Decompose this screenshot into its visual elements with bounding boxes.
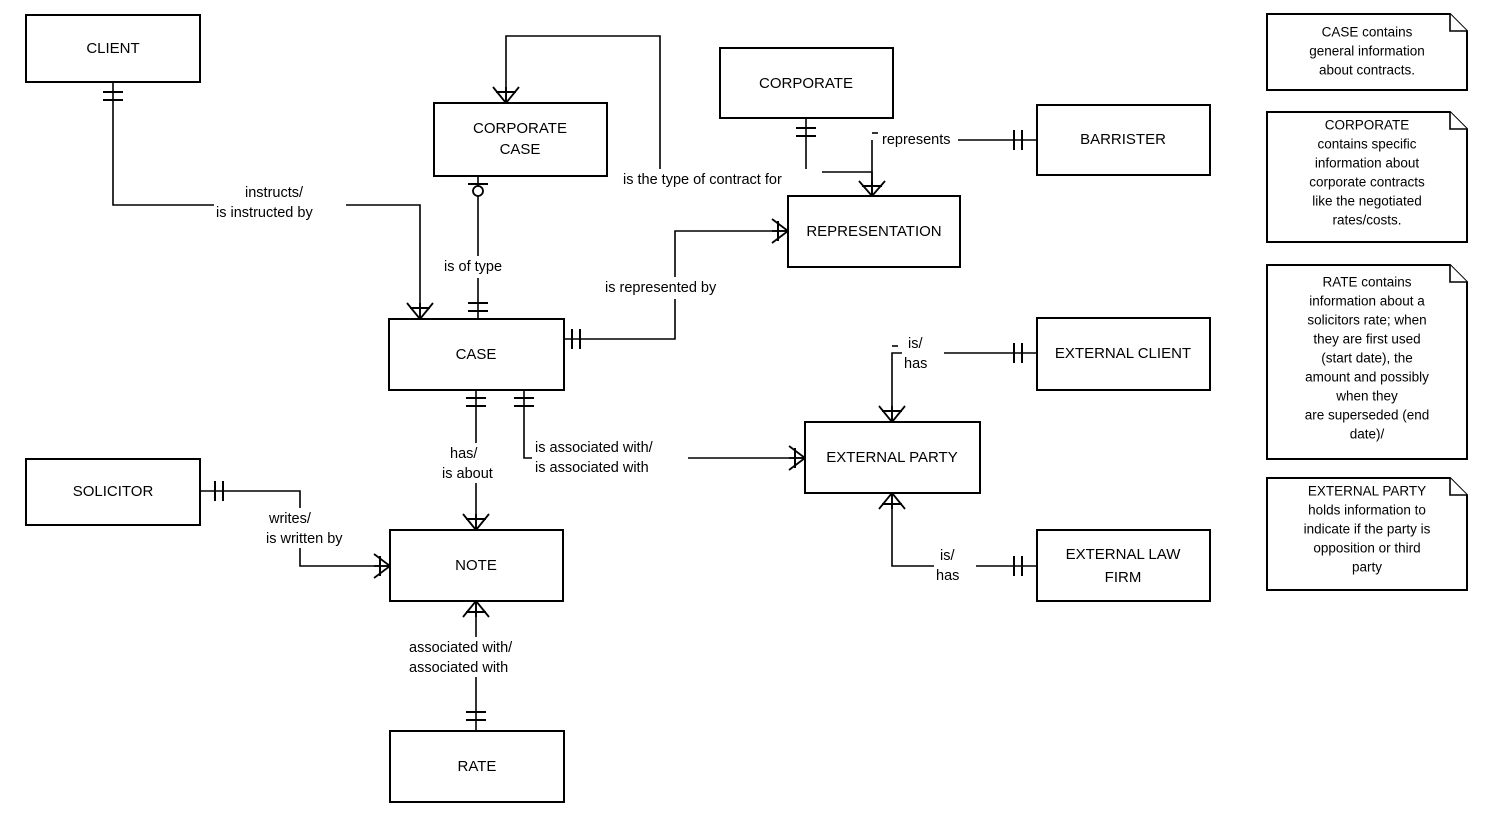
relationship-label-case-note: has/ is about	[440, 443, 512, 483]
entity-external-client[interactable]: EXTERNAL CLIENT	[1036, 317, 1211, 391]
entity-label-barrister: BARRISTER	[1080, 131, 1166, 148]
rel-label-line2: is about	[442, 466, 493, 482]
entity-label-corporate-case-line1: CORPORATE	[473, 120, 567, 137]
entity-label-rate: RATE	[458, 758, 497, 775]
relationship-label-note-rate: associated with/ associated with	[406, 637, 548, 677]
note-line: RATE contains	[1322, 275, 1411, 290]
connector-corporatecase-case[interactable]	[468, 176, 488, 319]
note-line: corporate contracts	[1309, 175, 1425, 190]
rel-label-line1: is associated with/	[535, 440, 654, 456]
entity-label-corporate: CORPORATE	[759, 75, 853, 92]
entity-label-client: CLIENT	[86, 40, 139, 57]
rel-label-line1: is of type	[444, 259, 502, 275]
rel-label-line1: is/	[940, 548, 955, 564]
entity-note[interactable]: NOTE	[389, 529, 564, 602]
note-line: they are first used	[1313, 332, 1420, 347]
entity-barrister[interactable]: BARRISTER	[1036, 104, 1211, 176]
rel-label-line2: has	[904, 356, 927, 372]
entities-layer: CLIENT CORPORATE CASE CORPORATE BARRISTE…	[25, 14, 1211, 803]
relationship-label-externalparty-externallawfirm: is/ has	[934, 545, 976, 585]
note-line: information about a	[1309, 294, 1425, 309]
rel-label-line1: associated with/	[409, 640, 513, 656]
note-line: holds information to	[1308, 503, 1426, 518]
note-rate[interactable]: RATE contains information about a solici…	[1266, 264, 1468, 460]
rel-label-line1: writes/	[268, 511, 312, 527]
er-diagram-canvas: CLIENT CORPORATE CASE CORPORATE BARRISTE…	[0, 0, 1504, 831]
entity-label-representation: REPRESENTATION	[806, 223, 941, 240]
relationship-label-case-externalparty: is associated with/ is associated with	[532, 437, 688, 477]
entity-label-external-client: EXTERNAL CLIENT	[1055, 345, 1191, 362]
note-line: EXTERNAL PARTY	[1308, 484, 1426, 499]
entity-external-law-firm[interactable]: EXTERNAL LAW FIRM	[1036, 529, 1211, 602]
note-case[interactable]: CASE contains general information about …	[1266, 13, 1468, 91]
relationship-label-corporatecase-case: is of type	[441, 256, 529, 278]
relationship-label-barrister-representation: represents	[880, 129, 958, 151]
note-line: information about	[1315, 156, 1420, 171]
rel-label-line2: is associated with	[535, 460, 649, 476]
entity-label-external-law-firm-line1: EXTERNAL LAW	[1066, 546, 1182, 563]
note-line: rates/costs.	[1332, 213, 1401, 228]
note-line: like the negotiated	[1312, 194, 1422, 209]
note-line: solicitors rate; when	[1307, 313, 1426, 328]
note-line: when they	[1335, 389, 1398, 404]
note-line: CASE contains	[1322, 25, 1413, 40]
relationship-label-solicitor-note: writes/ is written by	[264, 508, 374, 548]
note-line: indicate if the party is	[1304, 522, 1431, 537]
entity-solicitor[interactable]: SOLICITOR	[25, 458, 201, 526]
rel-label-line1: is the type of contract for	[623, 172, 782, 188]
relationship-label-case-representation: is represented by	[602, 277, 744, 299]
entity-label-case: CASE	[456, 346, 497, 363]
note-line: party	[1352, 560, 1382, 575]
entity-label-external-law-firm-line2: FIRM	[1105, 569, 1142, 586]
note-line: contains specific	[1317, 137, 1416, 152]
rel-label-line2: has	[936, 568, 959, 584]
note-line: amount and possibly	[1305, 370, 1429, 385]
entity-client[interactable]: CLIENT	[25, 14, 201, 83]
rel-label-line1: is/	[908, 336, 923, 352]
notes-layer: CASE contains general information about …	[1266, 13, 1468, 591]
rel-label-line1: instructs/	[245, 185, 304, 201]
relationship-label-externalparty-externalclient: is/ has	[902, 333, 944, 373]
note-line: are superseded (end	[1305, 408, 1430, 423]
entity-label-solicitor: SOLICITOR	[73, 483, 154, 500]
entity-corporate[interactable]: CORPORATE	[719, 47, 894, 119]
entity-label-external-party: EXTERNAL PARTY	[826, 449, 957, 466]
note-corporate[interactable]: CORPORATE contains specific information …	[1266, 111, 1468, 243]
rel-label-line1: represents	[882, 132, 951, 148]
rel-label-line2: associated with	[409, 660, 508, 676]
note-line: date)/	[1350, 427, 1385, 442]
entity-corporate-case[interactable]: CORPORATE CASE	[433, 102, 608, 177]
relationship-label-client-case: instructs/ is instructed by	[214, 182, 346, 221]
entity-label-note: NOTE	[455, 557, 497, 574]
note-line: about contracts.	[1319, 63, 1415, 78]
rel-label-line1: is represented by	[605, 280, 717, 296]
entity-case[interactable]: CASE	[388, 318, 565, 391]
note-line: CORPORATE	[1325, 118, 1410, 133]
note-line: opposition or third	[1313, 541, 1420, 556]
entity-representation[interactable]: REPRESENTATION	[787, 195, 961, 268]
note-external-party[interactable]: EXTERNAL PARTY holds information to indi…	[1266, 477, 1468, 591]
note-line: general information	[1309, 44, 1425, 59]
note-line: (start date), the	[1321, 351, 1413, 366]
entity-label-corporate-case-line2: CASE	[500, 141, 541, 158]
entity-rate[interactable]: RATE	[389, 730, 565, 803]
rel-label-line2: is instructed by	[216, 205, 313, 221]
er-diagram-svg: CLIENT CORPORATE CASE CORPORATE BARRISTE…	[25, 13, 1468, 803]
relationship-label-corporate-corporatecase: is the type of contract for	[620, 169, 822, 191]
entity-external-party[interactable]: EXTERNAL PARTY	[804, 421, 981, 494]
rel-label-line1: has/	[450, 446, 478, 462]
rel-label-line2: is written by	[266, 531, 343, 547]
